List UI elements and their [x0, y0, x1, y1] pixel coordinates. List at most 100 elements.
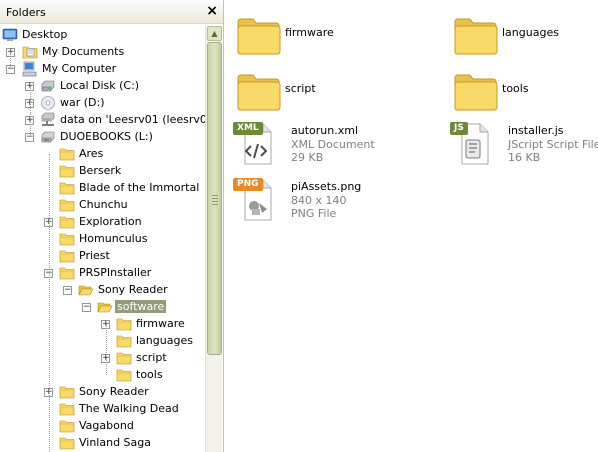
tree-scrollbar[interactable]: ▲: [205, 26, 222, 452]
tree-connector: [10, 52, 11, 69]
tree-item-label: Ares: [79, 147, 104, 160]
folder-icon: [116, 333, 132, 349]
folders-title: Folders: [6, 6, 46, 19]
tree-item-label: Priest: [79, 249, 110, 262]
file-type-badge: PNG: [233, 178, 263, 191]
file-type: XML Document: [291, 138, 375, 151]
tree-item-label: script: [136, 351, 167, 364]
tree-item-sony-reader-inner[interactable]: − Sony Reader: [0, 282, 205, 299]
tree-item-label: Blade of the Immortal: [79, 181, 200, 194]
scroll-up-button[interactable]: ▲: [207, 26, 222, 41]
tree-item-label: war (D:): [60, 96, 105, 109]
tree-item-languages[interactable]: languages: [0, 333, 205, 350]
file-item-autorun[interactable]: XML autorun.xml XML Document 29 KB: [233, 120, 413, 170]
collapse-toggle-sony-reader-inner[interactable]: −: [63, 286, 72, 295]
file-size: PNG File: [291, 207, 337, 220]
folder-icon: [59, 146, 75, 162]
tree-item-homunculus[interactable]: Homunculus: [0, 231, 205, 248]
removable-drive-icon: [40, 129, 56, 145]
file-name: languages: [502, 26, 559, 39]
folder-icon: [59, 435, 75, 451]
folder-icon: [59, 265, 75, 281]
grip-line: [212, 195, 218, 196]
large-folder-icon: [452, 68, 500, 116]
tree-item-label: data on 'Leesrv01 (leesrv01)': [60, 113, 205, 126]
file-list: firmware languages script tools XML autorun.x…: [225, 0, 598, 452]
folder-icon: [59, 231, 75, 247]
file-type-badge: XML: [233, 122, 263, 135]
tree-item-label: DUOEBOOKS (L:): [60, 130, 153, 143]
tree-item-firmware[interactable]: + firmware: [0, 316, 205, 333]
folder-icon: [59, 180, 75, 196]
file-item-piassets[interactable]: PNG piAssets.png 840 x 140 PNG File: [233, 176, 413, 226]
folder-icon: [59, 197, 75, 213]
tree-item-my-computer[interactable]: − My Computer: [0, 61, 205, 78]
file-name: script: [285, 82, 316, 95]
file-name: installer.js: [508, 124, 564, 137]
desktop-icon: [2, 27, 18, 43]
large-folder-icon: [235, 12, 283, 60]
tree-item-label: My Documents: [42, 45, 125, 58]
tree-item-desktop[interactable]: Desktop: [0, 27, 205, 44]
tree-item-tools[interactable]: tools: [0, 367, 205, 384]
tree-item-label: PRSPInstaller: [79, 266, 152, 279]
tree-item-software[interactable]: − software: [0, 299, 205, 316]
tree-item-label: Chunchu: [79, 198, 128, 211]
tree-item-label: software: [115, 300, 167, 313]
tree-item-priest[interactable]: Priest: [0, 248, 205, 265]
tree-item-walking-dead[interactable]: The Walking Dead: [0, 401, 205, 418]
tree-item-my-documents[interactable]: + My Documents: [0, 44, 205, 61]
xml-file-icon: XML: [233, 120, 281, 168]
close-folders-button[interactable]: ×: [206, 3, 218, 19]
network-drive-icon: [40, 112, 56, 128]
file-type: 840 x 140: [291, 194, 347, 207]
tree-item-label: firmware: [136, 317, 185, 330]
folder-tree[interactable]: Desktop + My Documents − My Computer + Local D…: [0, 26, 205, 452]
file-name: piAssets.png: [291, 180, 362, 193]
folder-open-icon: [78, 282, 94, 298]
tree-connector: [106, 324, 107, 375]
large-folder-icon: [235, 68, 283, 116]
tree-item-label: The Walking Dead: [79, 402, 179, 415]
file-name: firmware: [285, 26, 334, 39]
large-folder-icon: [452, 12, 500, 60]
file-item-languages[interactable]: languages: [452, 12, 598, 62]
collapse-toggle-software[interactable]: −: [82, 303, 91, 312]
grip-line: [212, 204, 218, 205]
folder-docs-icon: [22, 44, 38, 60]
file-name: tools: [502, 82, 529, 95]
tree-item-chunchu[interactable]: Chunchu: [0, 197, 205, 214]
scroll-thumb[interactable]: [207, 42, 222, 355]
folder-icon: [59, 248, 75, 264]
tree-item-ares[interactable]: Ares: [0, 146, 205, 163]
folder-open-icon: [97, 299, 113, 315]
tree-item-label: Local Disk (C:): [60, 79, 140, 92]
tree-item-label: Desktop: [22, 28, 68, 41]
folder-icon: [116, 350, 132, 366]
tree-item-exploration[interactable]: + Exploration: [0, 214, 205, 231]
folders-pane: Folders × Desktop + My Documents − My Comput…: [0, 0, 224, 452]
tree-item-label: Exploration: [79, 215, 142, 228]
grip-line: [212, 198, 218, 199]
tree-item-vinland[interactable]: Vinland Saga: [0, 435, 205, 452]
file-item-installer[interactable]: JS installer.js JScript Script File 16 KB: [450, 120, 598, 170]
tree-item-berserk[interactable]: Berserk: [0, 163, 205, 180]
tree-item-sony-reader[interactable]: + Sony Reader: [0, 384, 205, 401]
folder-icon: [59, 214, 75, 230]
tree-item-prspinstaller[interactable]: − PRSPInstaller: [0, 265, 205, 282]
computer-icon: [22, 61, 38, 77]
tree-item-label: Vagabond: [79, 419, 134, 432]
tree-item-label: Berserk: [79, 164, 122, 177]
tree-item-script[interactable]: + script: [0, 350, 205, 367]
folders-header: Folders ×: [0, 0, 223, 24]
js-file-icon: JS: [450, 120, 498, 168]
tree-item-label: Sony Reader: [98, 283, 168, 296]
explorer-window: Folders × Desktop + My Documents − My Comput…: [0, 0, 598, 452]
tree-connector: [30, 86, 31, 137]
tree-item-vagabond[interactable]: Vagabond: [0, 418, 205, 435]
grip-line: [212, 201, 218, 202]
tree-item-blade[interactable]: Blade of the Immortal: [0, 180, 205, 197]
file-item-script[interactable]: script: [235, 68, 415, 118]
file-item-firmware[interactable]: firmware: [235, 12, 415, 62]
file-item-tools[interactable]: tools: [452, 68, 598, 118]
